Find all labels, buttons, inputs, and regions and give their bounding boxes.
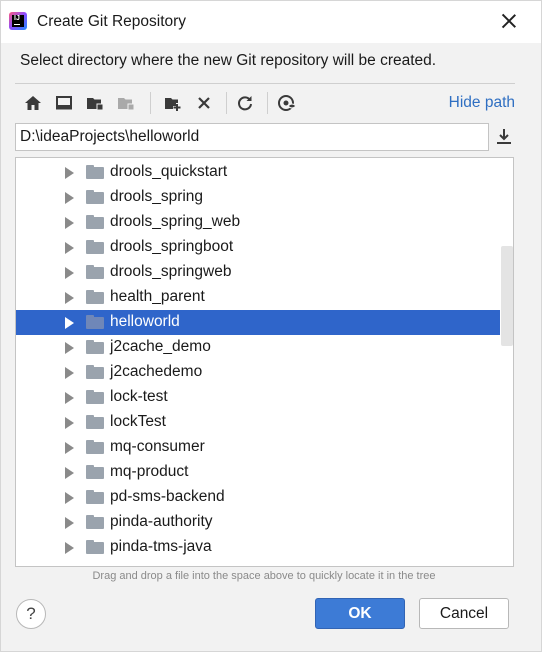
tree-row[interactable]: lock-test: [16, 385, 500, 410]
folder-icon: [86, 415, 104, 429]
cancel-button[interactable]: Cancel: [419, 598, 509, 629]
expand-arrow-icon[interactable]: [65, 267, 74, 279]
tree-row-label: mq-consumer: [110, 438, 205, 455]
module-folder-icon[interactable]: [114, 91, 138, 115]
expand-arrow-icon[interactable]: [65, 542, 74, 554]
new-folder-icon[interactable]: [161, 91, 185, 115]
file-chooser-toolbar: Hide path: [15, 89, 515, 117]
create-git-repository-dialog: IJ Create Git Repository Select director…: [0, 0, 542, 652]
help-button[interactable]: ?: [16, 599, 46, 629]
tree-row[interactable]: j2cachedemo: [16, 360, 500, 385]
tree-row-label: drools_springboot: [110, 238, 234, 255]
tree-row-label: j2cache_demo: [110, 338, 211, 355]
expand-arrow-icon[interactable]: [65, 367, 74, 379]
expand-arrow-icon[interactable]: [65, 292, 74, 304]
expand-arrow-icon[interactable]: [65, 492, 74, 504]
hide-path-link[interactable]: Hide path: [449, 94, 515, 112]
tree-row[interactable]: mq-product: [16, 460, 500, 485]
path-input[interactable]: [15, 123, 489, 151]
tree-row[interactable]: health_parent: [16, 285, 500, 310]
tree-row[interactable]: drools_springboot: [16, 235, 500, 260]
tree-scrollbar[interactable]: [501, 246, 513, 346]
tree-row[interactable]: mq-consumer: [16, 435, 500, 460]
expand-arrow-icon[interactable]: [65, 317, 74, 329]
expand-arrow-icon[interactable]: [65, 342, 74, 354]
folder-icon: [86, 490, 104, 504]
dialog-title: Create Git Repository: [37, 13, 187, 30]
tree-row[interactable]: lockTest: [16, 410, 500, 435]
folder-icon: [86, 465, 104, 479]
expand-arrow-icon[interactable]: [65, 217, 74, 229]
tree-row[interactable]: drools_spring: [16, 185, 500, 210]
download-icon[interactable]: [493, 125, 515, 149]
tree-row[interactable]: pinda-tms-java: [16, 535, 500, 560]
show-hidden-icon[interactable]: [275, 91, 299, 115]
folder-icon: [86, 165, 104, 179]
intellij-app-icon: IJ: [9, 12, 27, 30]
toolbar-separator: [267, 92, 268, 114]
expand-arrow-icon[interactable]: [65, 467, 74, 479]
tree-row[interactable]: pd-sms-backend: [16, 485, 500, 510]
tree-row[interactable]: j2cache_demo: [16, 335, 500, 360]
delete-icon[interactable]: [192, 91, 216, 115]
expand-arrow-icon[interactable]: [65, 392, 74, 404]
folder-icon: [86, 315, 104, 329]
tree-row-label: j2cachedemo: [110, 363, 203, 380]
folder-icon: [86, 515, 104, 529]
toolbar-separator: [150, 92, 151, 114]
tree-row-label: helloworld: [110, 313, 180, 330]
drag-drop-hint: Drag and drop a file into the space abov…: [92, 570, 436, 582]
ok-button[interactable]: OK: [315, 598, 405, 629]
tree-row-label: drools_springweb: [110, 263, 232, 280]
desktop-icon[interactable]: [52, 91, 76, 115]
folder-icon: [86, 365, 104, 379]
folder-icon: [86, 190, 104, 204]
expand-arrow-icon[interactable]: [65, 442, 74, 454]
folder-icon: [86, 290, 104, 304]
home-icon[interactable]: [21, 91, 45, 115]
expand-arrow-icon[interactable]: [65, 192, 74, 204]
tree-row-label: lock-test: [110, 388, 168, 405]
tree-row-label: mq-product: [110, 463, 189, 480]
tree-row-label: pinda-tms-java: [110, 538, 212, 555]
tree-row[interactable]: helloworld: [16, 310, 500, 335]
divider: [15, 83, 515, 84]
folder-icon: [86, 390, 104, 404]
tree-row-label: health_parent: [110, 288, 205, 305]
title-bar: IJ Create Git Repository: [1, 1, 541, 43]
expand-arrow-icon[interactable]: [65, 517, 74, 529]
folder-icon: [86, 340, 104, 354]
directory-tree[interactable]: pinda-tms-java pinda-authority pd-sms-back…: [15, 157, 514, 567]
expand-arrow-icon[interactable]: [65, 242, 74, 254]
project-folder-icon[interactable]: [83, 91, 107, 115]
folder-icon: [86, 440, 104, 454]
tree-row-label: drools_spring_web: [110, 213, 241, 230]
tree-row-label: pd-sms-backend: [110, 488, 225, 505]
expand-arrow-icon[interactable]: [65, 167, 74, 179]
toolbar-separator: [226, 92, 227, 114]
tree-row[interactable]: drools_springweb: [16, 260, 500, 285]
tree-row[interactable]: drools_spring_web: [16, 210, 500, 235]
folder-icon: [86, 540, 104, 554]
expand-arrow-icon[interactable]: [65, 417, 74, 429]
dialog-description: Select directory where the new Git repos…: [20, 52, 437, 69]
folder-icon: [86, 240, 104, 254]
tree-row-label: drools_spring: [110, 188, 204, 205]
tree-row[interactable]: drools_quickstart: [16, 160, 500, 185]
tree-row-label: drools_quickstart: [110, 163, 228, 180]
folder-icon: [86, 265, 104, 279]
refresh-icon[interactable]: [233, 91, 257, 115]
tree-row[interactable]: pinda-authority: [16, 510, 500, 535]
close-button[interactable]: [499, 11, 519, 31]
tree-row-label: pinda-authority: [110, 513, 213, 530]
folder-icon: [86, 215, 104, 229]
tree-row-label: lockTest: [110, 413, 166, 430]
